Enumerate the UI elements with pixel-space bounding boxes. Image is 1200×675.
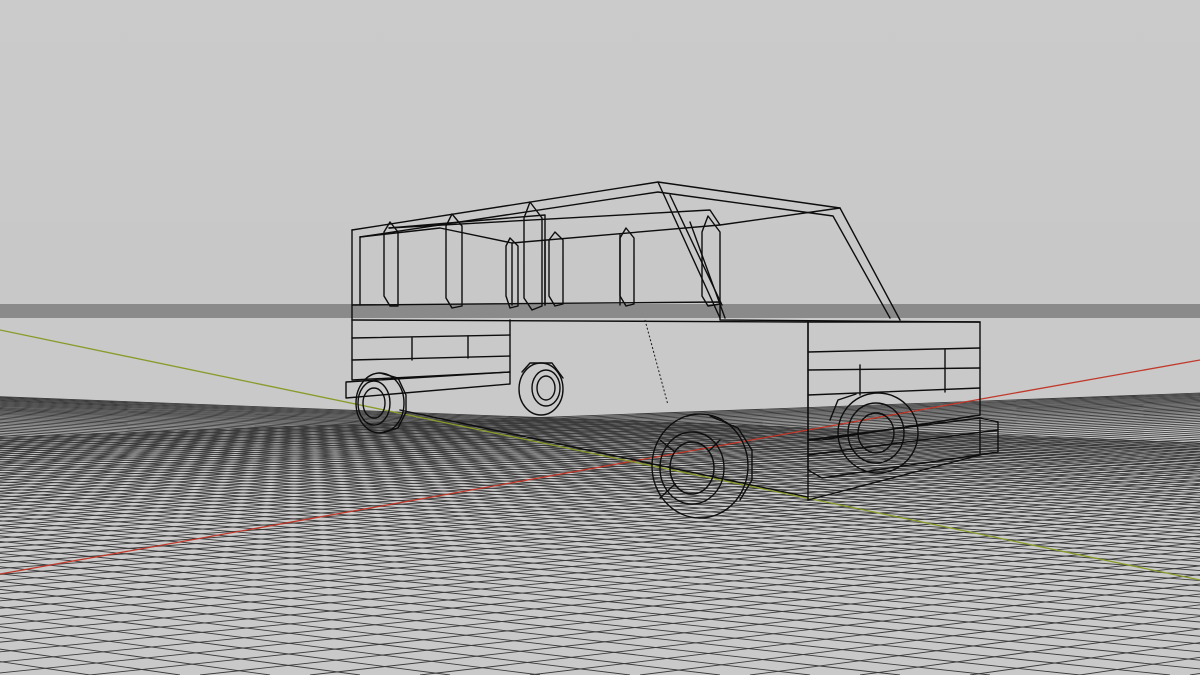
horizon-band	[0, 304, 1200, 318]
ground-grid	[0, 304, 1200, 675]
scene-canvas[interactable]	[0, 0, 1200, 675]
3d-viewport[interactable]	[0, 0, 1200, 675]
